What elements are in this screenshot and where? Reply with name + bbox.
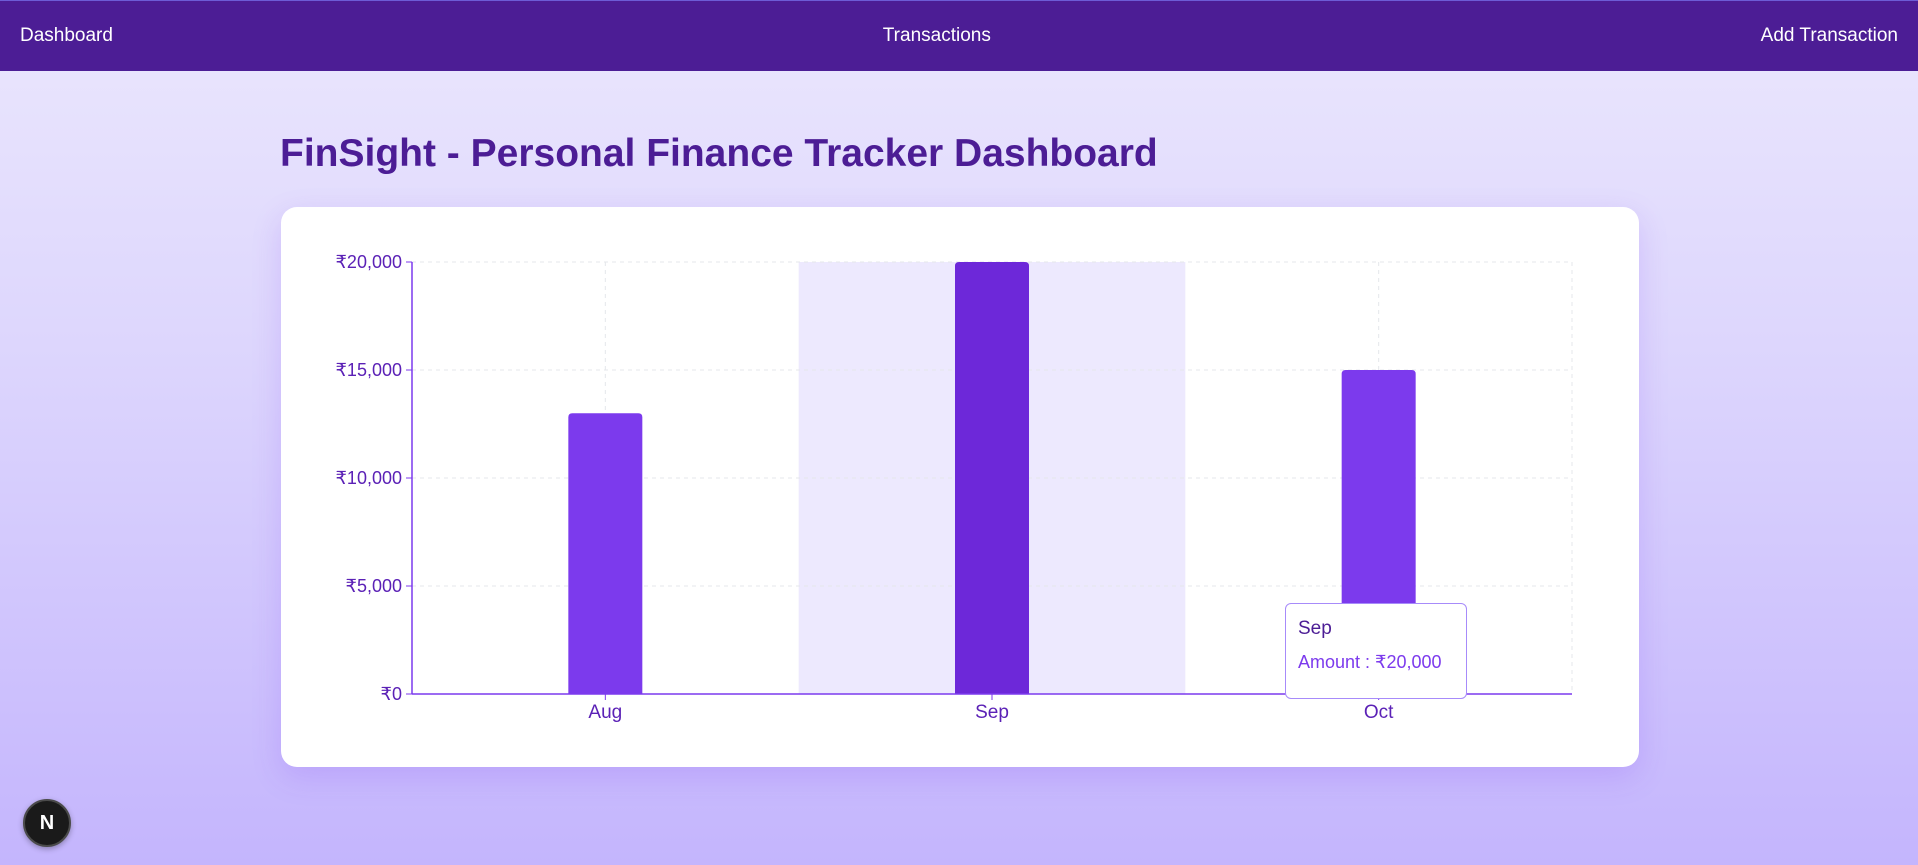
y-tick-label: ₹10,000 bbox=[335, 468, 402, 488]
nav-add-transaction-link[interactable]: Add Transaction bbox=[1761, 25, 1898, 47]
y-tick-label: ₹20,000 bbox=[335, 252, 402, 272]
x-tick-label: Sep bbox=[975, 702, 1009, 723]
nav-dashboard-link[interactable]: Dashboard bbox=[20, 25, 113, 47]
y-tick-label: ₹0 bbox=[381, 684, 402, 704]
bar-sep bbox=[955, 262, 1029, 694]
tooltip-value: Amount : ₹20,000 bbox=[1298, 652, 1442, 672]
x-tick-label: Oct bbox=[1364, 702, 1394, 723]
badge-letter: N bbox=[39, 811, 55, 834]
tooltip-label: Sep bbox=[1298, 618, 1332, 639]
chart-tooltip: Sep Amount : ₹20,000 bbox=[1285, 603, 1467, 699]
page-title: FinSight - Personal Finance Tracker Dash… bbox=[280, 132, 1158, 175]
y-tick-label: ₹15,000 bbox=[335, 360, 402, 380]
bar-aug bbox=[568, 413, 643, 694]
chart-card: ₹0 ₹5,000 ₹10,000 ₹15,000 ₹20,000 Aug Sep Oct S… bbox=[281, 207, 1639, 767]
nextjs-logo-icon[interactable]: N bbox=[23, 799, 71, 847]
y-tick-label: ₹5,000 bbox=[346, 576, 403, 596]
top-navbar: Dashboard Transactions Add Transaction bbox=[0, 0, 1918, 71]
nav-transactions-link[interactable]: Transactions bbox=[883, 25, 991, 47]
x-tick-label: Aug bbox=[588, 702, 622, 723]
